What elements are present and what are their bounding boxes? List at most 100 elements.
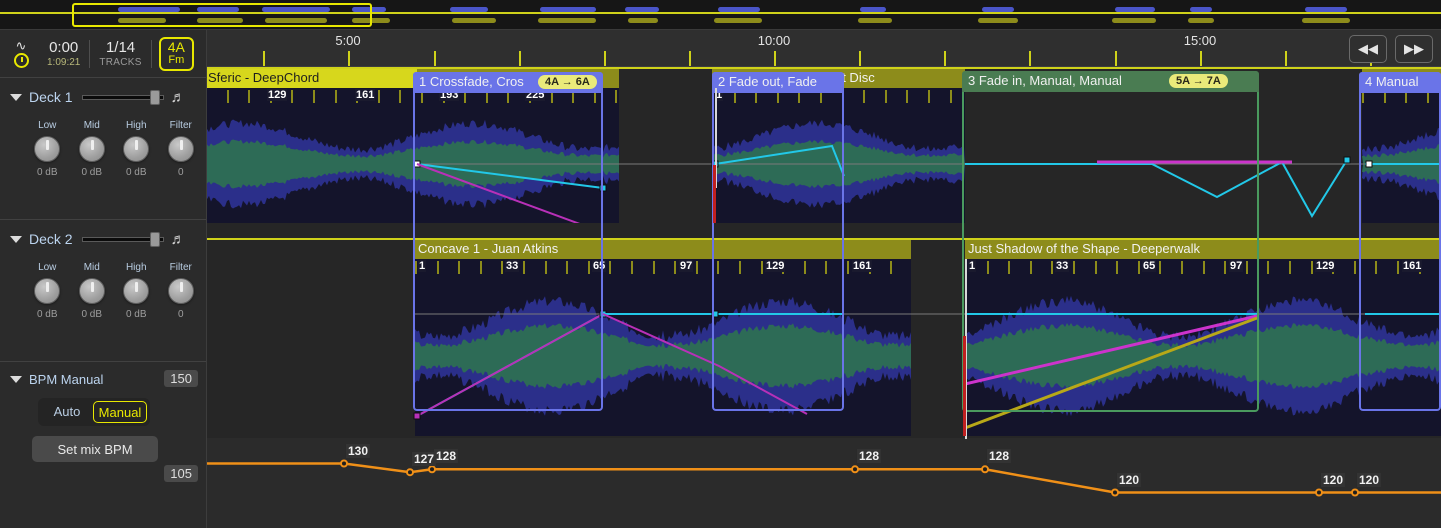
knob-dial[interactable] <box>123 278 150 304</box>
beat-grid-strip[interactable] <box>1362 88 1441 105</box>
overview-clip-block[interactable] <box>1190 7 1212 12</box>
overview-clip-block[interactable] <box>197 7 239 12</box>
beat-grid-strip[interactable] <box>415 259 911 276</box>
deck-1-volume-fader[interactable] <box>81 90 164 105</box>
beat-tick <box>566 261 569 274</box>
chevron-down-icon[interactable] <box>10 235 22 243</box>
current-key-badge[interactable]: 4A Fm <box>158 36 194 71</box>
overview-clip-block[interactable] <box>625 7 659 12</box>
bpm-mode-auto[interactable]: Auto <box>41 401 93 423</box>
track-title-bar[interactable]: Identity Di <box>1362 69 1441 88</box>
set-mix-bpm-button[interactable]: Set mix BPM <box>32 436 158 462</box>
track-title-bar[interactable]: Save Your Life - Addict Disc <box>712 69 965 88</box>
headphone-icon[interactable]: ♬ <box>171 231 186 248</box>
eq-knob-high[interactable]: High 0 dB <box>121 120 152 178</box>
beat-tick <box>890 261 893 274</box>
overview-track-block[interactable] <box>714 18 762 23</box>
timeline-area[interactable]: 5:00 10:00 15:00 ◀◀ ▶▶ Sferic - DeepChord 1… <box>207 30 1441 528</box>
knob-dial[interactable] <box>34 278 61 304</box>
mix-overview-strip[interactable] <box>0 0 1441 30</box>
deck-2-lane[interactable]: Concave 1 - Juan Atkins 1 33 65 97 129 161 Just… <box>207 238 1441 439</box>
overview-track-block[interactable] <box>352 18 390 23</box>
track-title: Identity Di <box>1365 70 1423 85</box>
overview-clip-block[interactable] <box>718 7 760 12</box>
overview-track-block[interactable] <box>118 18 166 23</box>
overview-clip-block[interactable] <box>540 7 596 12</box>
overview-track-block[interactable] <box>858 18 892 23</box>
overview-clip-block[interactable] <box>982 7 1014 12</box>
knob-dial[interactable] <box>34 136 61 162</box>
overview-track-block[interactable] <box>265 18 327 23</box>
beat-tick <box>313 90 315 103</box>
ruler-tick <box>1285 51 1287 66</box>
beat-tick <box>652 261 655 274</box>
ruler-tick <box>263 51 265 66</box>
track-waveform[interactable] <box>415 276 911 436</box>
overview-clip-block[interactable] <box>118 7 180 12</box>
knob-dial[interactable] <box>123 136 150 162</box>
overview-track-block[interactable] <box>978 18 1018 23</box>
bpm-curve-svg[interactable] <box>207 438 1441 528</box>
beat-number: 1 <box>418 260 427 272</box>
bpm-mode-manual[interactable]: Manual <box>93 401 147 423</box>
eq-knob-high[interactable]: High 0 dB <box>121 262 152 320</box>
track-title-bar[interactable]: Just Shadow of the Shape - Deeperwalk <box>965 240 1441 259</box>
knob-dial[interactable] <box>78 136 105 162</box>
beat-grid-strip[interactable] <box>712 88 965 105</box>
time-ruler[interactable]: 5:00 10:00 15:00 <box>207 30 1441 67</box>
track-waveform[interactable] <box>1362 105 1441 223</box>
overview-clip-block[interactable] <box>352 7 386 12</box>
overview-clip-block[interactable] <box>860 7 886 12</box>
overview-track-block[interactable] <box>628 18 658 23</box>
beat-tick <box>507 90 510 103</box>
track-waveform[interactable] <box>965 276 1441 436</box>
track-waveform[interactable] <box>712 105 965 223</box>
overview-clip-block[interactable] <box>450 7 488 12</box>
bpm-automation-curve[interactable]: 130 127 128 128 128 120 120 120 <box>207 438 1441 528</box>
knob-dial[interactable] <box>167 136 194 162</box>
track-title-bar[interactable]: Sferic - DeepChord <box>207 69 619 88</box>
beat-tick <box>1289 261 1291 274</box>
fader-knob[interactable] <box>150 90 161 105</box>
eq-knob-low[interactable]: Low 0 dB <box>32 262 63 320</box>
headphone-icon[interactable]: ♬ <box>171 89 186 106</box>
beat-tick <box>609 261 612 274</box>
overview-track-block[interactable] <box>1188 18 1214 23</box>
knob-dial[interactable] <box>78 278 105 304</box>
deck-2-volume-fader[interactable] <box>81 232 164 247</box>
chevron-down-icon[interactable] <box>10 93 22 101</box>
overview-track-block[interactable] <box>538 18 596 23</box>
deck-2-panel: Deck 2 ♬ Low 0 dB Mid 0 dB High 0 dB Filter 0 <box>0 220 206 362</box>
beat-tick <box>755 90 758 103</box>
eq-knob-low[interactable]: Low 0 dB <box>32 120 63 178</box>
track-waveform[interactable] <box>207 105 619 223</box>
overview-track-block[interactable] <box>197 18 243 23</box>
overview-clip-block[interactable] <box>1305 7 1347 12</box>
knob-value: 0 dB <box>36 167 58 178</box>
deck-1-lane[interactable]: Sferic - DeepChord 129 161 193 225 Save Your … <box>207 67 1441 223</box>
overview-track-block[interactable] <box>452 18 496 23</box>
overview-clip-block[interactable] <box>262 7 330 12</box>
fader-knob[interactable] <box>150 232 161 247</box>
cue-marker[interactable] <box>963 336 966 436</box>
eq-knob-filter[interactable]: Filter 0 <box>166 120 197 178</box>
beat-tick <box>226 90 229 103</box>
track-title-bar[interactable]: Concave 1 - Juan Atkins <box>415 240 911 259</box>
bpm-mode-toggle[interactable]: Auto Manual <box>38 398 150 426</box>
beat-tick <box>485 90 488 103</box>
chevron-down-icon[interactable] <box>10 376 22 383</box>
overview-track-block[interactable] <box>1112 18 1156 23</box>
eq-knob-mid[interactable]: Mid 0 dB <box>77 120 108 178</box>
knob-dial[interactable] <box>167 278 194 304</box>
overview-clip-block[interactable] <box>1115 7 1155 12</box>
knob-value: 0 dB <box>81 309 103 320</box>
overview-track-block[interactable] <box>1302 18 1350 23</box>
cue-marker[interactable] <box>713 165 716 223</box>
beat-grid-strip[interactable] <box>965 259 1441 276</box>
eq-knob-mid[interactable]: Mid 0 dB <box>77 262 108 320</box>
beat-tick <box>334 90 337 103</box>
eq-knob-filter[interactable]: Filter 0 <box>166 262 197 320</box>
beat-tick <box>550 90 553 103</box>
fast-forward-button[interactable]: ▶▶ <box>1395 35 1433 63</box>
rewind-button[interactable]: ◀◀ <box>1349 35 1387 63</box>
